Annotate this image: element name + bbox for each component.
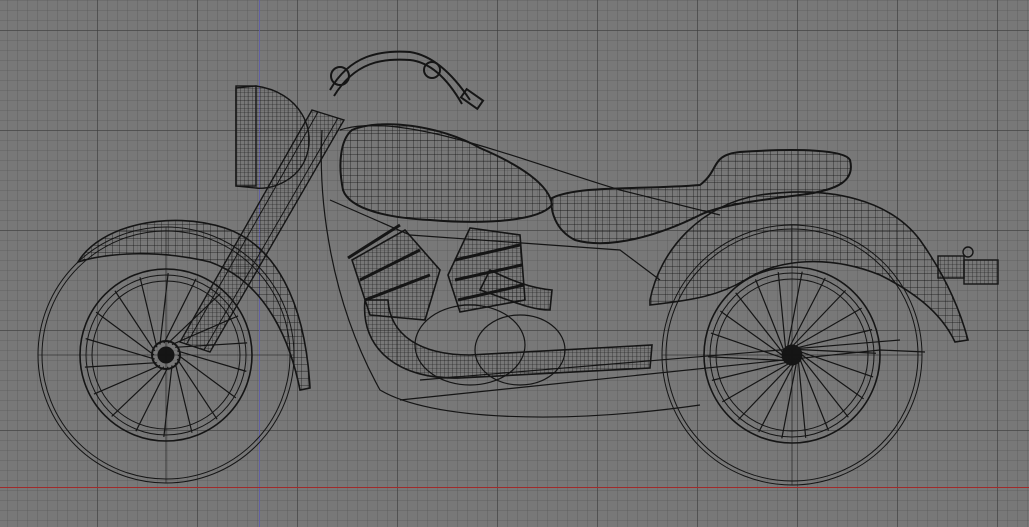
spoke bbox=[781, 363, 797, 439]
spoke bbox=[792, 289, 847, 346]
spoke bbox=[801, 354, 864, 400]
spoke bbox=[787, 271, 803, 347]
spoke bbox=[114, 290, 156, 352]
spoke bbox=[758, 364, 794, 433]
spoke bbox=[84, 362, 157, 368]
front-fender bbox=[76, 219, 311, 391]
spoke bbox=[177, 350, 247, 372]
spoke bbox=[777, 272, 787, 348]
3d-viewport[interactable] bbox=[0, 0, 1029, 527]
spoke bbox=[707, 356, 784, 362]
spoke bbox=[85, 338, 155, 360]
spoke bbox=[801, 357, 849, 418]
spoke bbox=[797, 362, 807, 438]
spoke bbox=[159, 272, 169, 345]
spoke bbox=[177, 354, 237, 399]
spoke bbox=[176, 358, 218, 420]
spoke bbox=[737, 364, 792, 421]
fuel-tank bbox=[339, 123, 554, 223]
spoke bbox=[720, 310, 783, 356]
tail-light bbox=[937, 246, 999, 285]
spoke bbox=[163, 365, 173, 438]
spoke bbox=[801, 351, 874, 378]
spoke bbox=[95, 311, 155, 356]
handlebar bbox=[329, 50, 485, 111]
spoke bbox=[139, 277, 158, 348]
spoke bbox=[790, 277, 826, 346]
wireframe-model[interactable] bbox=[0, 0, 1029, 527]
spoke bbox=[135, 366, 169, 432]
spoke bbox=[710, 332, 783, 359]
spoke bbox=[735, 292, 783, 353]
spoke bbox=[174, 362, 193, 433]
